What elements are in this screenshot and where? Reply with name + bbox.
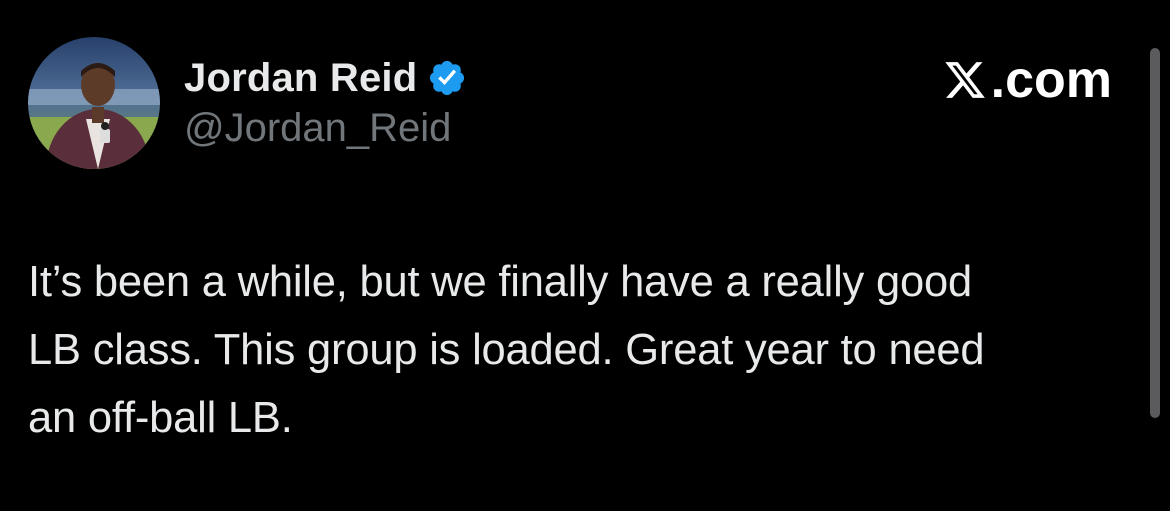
tweet-text: It’s been a while, but we finally have a…: [28, 258, 985, 442]
author-row: Jordan Reid: [184, 52, 467, 104]
avatar-photo: [28, 37, 160, 169]
verified-badge-icon: [427, 58, 467, 98]
brand-watermark: .com: [943, 50, 1112, 110]
x-logo-icon: [943, 58, 987, 102]
author-display-name[interactable]: Jordan Reid: [184, 56, 417, 101]
brand-domain-label: .com: [990, 51, 1112, 109]
tweet-card: Jordan Reid @Jordan_Reid .com It’s been …: [0, 0, 1170, 511]
scrollbar[interactable]: [1150, 48, 1160, 418]
author-handle[interactable]: @Jordan_Reid: [184, 106, 451, 151]
avatar[interactable]: [28, 37, 160, 169]
